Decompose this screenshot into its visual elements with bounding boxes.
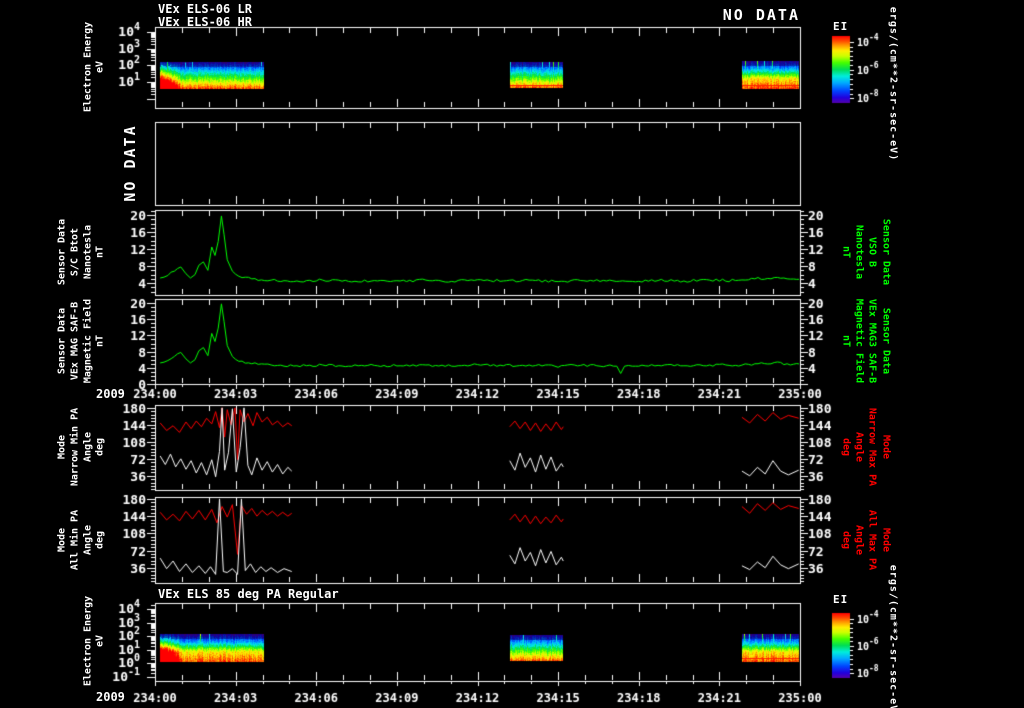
panel7-ylabel-line2: eV — [94, 634, 106, 648]
panel1-ylabel-line1: Electron Energy — [82, 21, 94, 113]
panel3-left-label-line1: Sensor Data — [56, 218, 68, 286]
panel4-left-label-line4: nT — [94, 334, 106, 348]
panel5-left-label-line4: deg — [94, 437, 106, 457]
panel5-left-label-line1: Mode — [56, 434, 68, 460]
panel4-left-label-line1: Sensor Data — [56, 307, 68, 375]
year-label-bottom-axis: 2009 — [96, 690, 125, 704]
panel7-title: VEx ELS 85 deg PA Regular — [158, 587, 339, 601]
panel4-right-label-line4: nT — [840, 334, 852, 348]
panel3-right-label-line2: VSO B — [866, 236, 878, 268]
panel4-left-label-line3: Magnetic Field — [82, 298, 94, 384]
colorbar1-unit: ergs/(cm**2-sr-sec-eV) — [887, 6, 899, 162]
year-label-top-axis: 2009 — [96, 387, 125, 401]
panel6-right-label-line2: All Max PA — [866, 509, 878, 571]
panel5-right-label-line2: Narrow Max PA — [866, 407, 878, 487]
panel3-right-label-line3: Nanotesla — [853, 224, 865, 280]
panel1-title-line2: VEx ELS-06 HR — [158, 15, 252, 29]
panel6-left-label-line2: All Min PA — [69, 509, 81, 571]
panel6-left-label-line4: deg — [94, 530, 106, 550]
panel5-right-label-line3: Angle — [853, 431, 865, 463]
panel1-ylabel-line2: eV — [94, 60, 106, 74]
panel7-ylabel-line1: Electron Energy — [82, 595, 94, 687]
panel6-left-label-line3: Angle — [82, 524, 94, 556]
panel6-right-label-line3: Angle — [853, 524, 865, 556]
panel5-left-label-line3: Angle — [82, 431, 94, 463]
panel3-left-label-line4: nT — [94, 245, 106, 259]
panel3-right-label-line1: Sensor Data — [880, 218, 892, 286]
plot-page: VEx ELS-06 LR VEx ELS-06 HR NO DATA EI e… — [0, 0, 1024, 708]
panel3-left-label-line3: Nanotesla — [82, 224, 94, 280]
panel4-right-label-line3: Magnetic Field — [853, 298, 865, 384]
top-no-data-label: NO DATA — [722, 6, 800, 24]
panel4-right-label-line2: VEx MAG3 SAF-B — [866, 298, 878, 384]
panel6-right-label-line1: Mode — [880, 527, 892, 553]
panel3-right-label-line4: nT — [840, 245, 852, 259]
colorbar1-title: EI — [833, 20, 849, 33]
panel4-left-label-line2: VEx MAG SAF-B — [69, 301, 81, 381]
panel5-left-label-line2: Narrow Min PA — [69, 407, 81, 487]
panel1-title-line1: VEx ELS-06 LR — [158, 2, 252, 16]
panel4-right-label-line1: Sensor Data — [880, 307, 892, 375]
panel3-left-label-line2: S/C Btot — [69, 227, 81, 277]
panel5-right-label-line4: deg — [840, 437, 852, 457]
colorbar2-title: EI — [833, 593, 849, 606]
panel6-right-label-line4: deg — [840, 530, 852, 550]
panel2-no-data-label: NO DATA — [121, 124, 139, 202]
panel5-right-label-line1: Mode — [880, 434, 892, 460]
colorbar2-unit: ergs/(cm**2-sr-sec-eV) — [887, 564, 899, 708]
panel6-left-label-line1: Mode — [56, 527, 68, 553]
